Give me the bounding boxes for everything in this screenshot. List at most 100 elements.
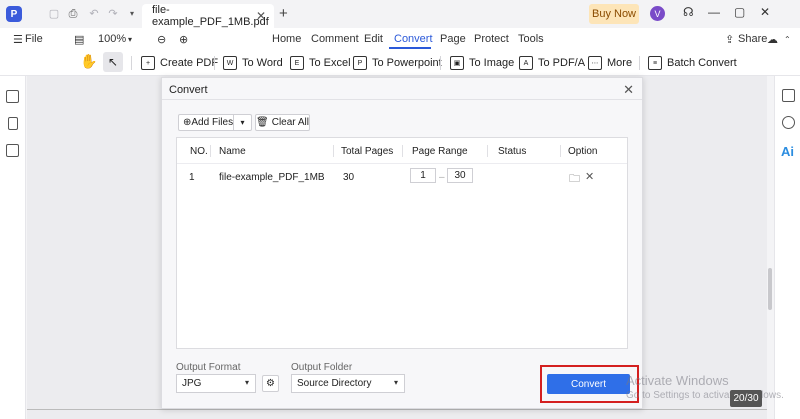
hamburger-icon[interactable]: ☰: [13, 33, 23, 46]
undo-icon[interactable]: ↶: [88, 8, 100, 20]
clear-all-button[interactable]: 🗑 Clear All: [255, 114, 310, 131]
redo-icon[interactable]: ↷: [107, 8, 119, 20]
column-header-option: Option: [568, 146, 598, 157]
active-tab-indicator: [389, 47, 431, 49]
to-powerpoint-label: To Powerpoint: [372, 57, 442, 69]
create-pdf-button[interactable]: + Create PDF: [141, 54, 218, 72]
menu-collapse-icon[interactable]: ⌃: [784, 35, 791, 44]
to-word-button[interactable]: W To Word: [223, 54, 283, 72]
column-header-no: NO.: [190, 146, 208, 157]
excel-icon: E: [290, 56, 304, 70]
dialog-title: Convert: [169, 84, 208, 96]
convert-button[interactable]: Convert: [547, 374, 630, 394]
dialog-close-icon[interactable]: ✕: [623, 82, 634, 98]
app-logo-icon: P: [6, 6, 22, 22]
add-files-dropdown-icon[interactable]: ▾: [233, 115, 251, 130]
file-menu[interactable]: File: [25, 33, 43, 45]
format-settings-gear-icon[interactable]: ⚙: [262, 375, 279, 392]
avatar[interactable]: V: [650, 6, 665, 21]
to-pdfa-button[interactable]: A To PDF/A: [519, 54, 585, 72]
quick-access-dropdown-icon[interactable]: ▾: [126, 8, 138, 20]
minimize-icon[interactable]: —: [708, 5, 720, 19]
output-folder-select[interactable]: Source Directory ▾: [291, 374, 405, 393]
convert-dialog: Convert ✕ ⊕Add Files ▾ 🗑 Clear All NO. N…: [161, 77, 643, 409]
ai-assistant-icon[interactable]: Ai: [781, 144, 794, 159]
remove-file-icon[interactable]: ✕: [585, 170, 594, 183]
output-format-label: Output Format: [176, 362, 241, 373]
tab-edit[interactable]: Edit: [364, 33, 383, 45]
bookmark-icon[interactable]: [8, 117, 18, 130]
column-header-name: Name: [219, 146, 246, 157]
to-excel-label: To Excel: [309, 57, 351, 69]
maximize-icon[interactable]: ▢: [734, 5, 745, 19]
new-tab-icon[interactable]: +: [279, 5, 288, 22]
chevron-down-icon: ▾: [393, 378, 398, 387]
headset-icon[interactable]: ☊: [683, 5, 694, 19]
comment-icon[interactable]: [6, 144, 19, 157]
batch-convert-button[interactable]: ≡ Batch Convert: [648, 54, 737, 72]
page-range-from-input[interactable]: 1: [410, 168, 436, 183]
share-icon[interactable]: ⇪: [725, 33, 734, 46]
cloud-icon[interactable]: ☁: [767, 33, 778, 46]
column-header-total-pages: Total Pages: [341, 146, 394, 157]
convert-highlight-frame: Convert: [540, 365, 639, 403]
more-label: More: [607, 57, 633, 69]
search-icon[interactable]: [782, 116, 795, 129]
thumbnail-icon[interactable]: [6, 90, 19, 103]
to-excel-button[interactable]: E To Excel: [290, 54, 351, 72]
row-number: 1: [189, 172, 195, 183]
tab-protect[interactable]: Protect: [474, 33, 509, 45]
to-image-button[interactable]: ▣ To Image: [450, 54, 514, 72]
tab-convert[interactable]: Convert: [394, 33, 433, 45]
select-tool-icon[interactable]: ↖: [103, 52, 123, 72]
folder-icon[interactable]: 🗀: [569, 170, 580, 189]
clear-all-label: Clear All: [271, 117, 309, 128]
column-divider: [487, 145, 488, 157]
add-files-button[interactable]: ⊕Add Files ▾: [178, 114, 252, 131]
zoom-level[interactable]: 100%: [98, 33, 126, 45]
batch-convert-label: Batch Convert: [667, 57, 737, 69]
zoom-in-icon[interactable]: ⊕: [179, 33, 188, 46]
trash-icon: 🗑: [256, 117, 269, 128]
output-folder-label: Output Folder: [291, 362, 353, 373]
output-format-value: JPG: [182, 378, 202, 389]
to-pdfa-label: To PDF/A: [538, 57, 586, 69]
print-icon[interactable]: ⎙: [67, 8, 79, 20]
tab-page[interactable]: Page: [440, 33, 466, 45]
document-tab[interactable]: file-example_PDF_1MB.pdf ✕: [142, 4, 274, 28]
word-icon: W: [223, 56, 237, 70]
create-pdf-label: Create PDF: [160, 57, 219, 69]
more-icon: ⋯: [588, 56, 602, 70]
tab-home[interactable]: Home: [272, 33, 301, 45]
close-tab-icon[interactable]: ✕: [256, 9, 266, 23]
hand-tool-icon[interactable]: ✋: [80, 53, 97, 70]
to-word-label: To Word: [242, 57, 283, 69]
zoom-out-icon[interactable]: ⊖: [157, 33, 166, 46]
pdfa-icon: A: [519, 56, 533, 70]
menu-bar: ☰ File ▤ 100% ▾ ⊖ ⊕ Home Comment Edit Co…: [0, 28, 800, 50]
page-range-to-input[interactable]: 30: [447, 168, 473, 183]
toolbar-divider: [440, 56, 441, 70]
save-icon[interactable]: ▢: [48, 8, 60, 20]
vertical-scrollbar[interactable]: [768, 268, 772, 310]
toolbar-divider: [131, 56, 132, 70]
share-button[interactable]: Share: [738, 33, 767, 45]
column-divider: [333, 145, 334, 157]
row-file-name: file-example_PDF_1MB: [219, 172, 325, 183]
tab-tools[interactable]: Tools: [518, 33, 544, 45]
output-format-select[interactable]: JPG ▾: [176, 374, 256, 393]
buy-now-button[interactable]: Buy Now: [589, 4, 639, 24]
close-window-icon[interactable]: ✕: [760, 5, 770, 19]
zoom-dropdown-icon[interactable]: ▾: [128, 35, 132, 44]
tab-comment[interactable]: Comment: [311, 33, 359, 45]
page-edge: [27, 409, 767, 410]
output-folder-value: Source Directory: [297, 378, 372, 389]
add-files-text: Add Files: [191, 117, 234, 128]
chevron-down-icon: ▾: [244, 378, 249, 387]
properties-icon[interactable]: [782, 89, 795, 102]
to-powerpoint-button[interactable]: P To Powerpoint: [353, 54, 442, 72]
page-range-separator: –: [439, 172, 445, 183]
page-view-icon[interactable]: ▤: [74, 33, 84, 46]
right-sidebar: Ai: [774, 76, 800, 419]
more-button[interactable]: ⋯ More: [588, 54, 632, 72]
